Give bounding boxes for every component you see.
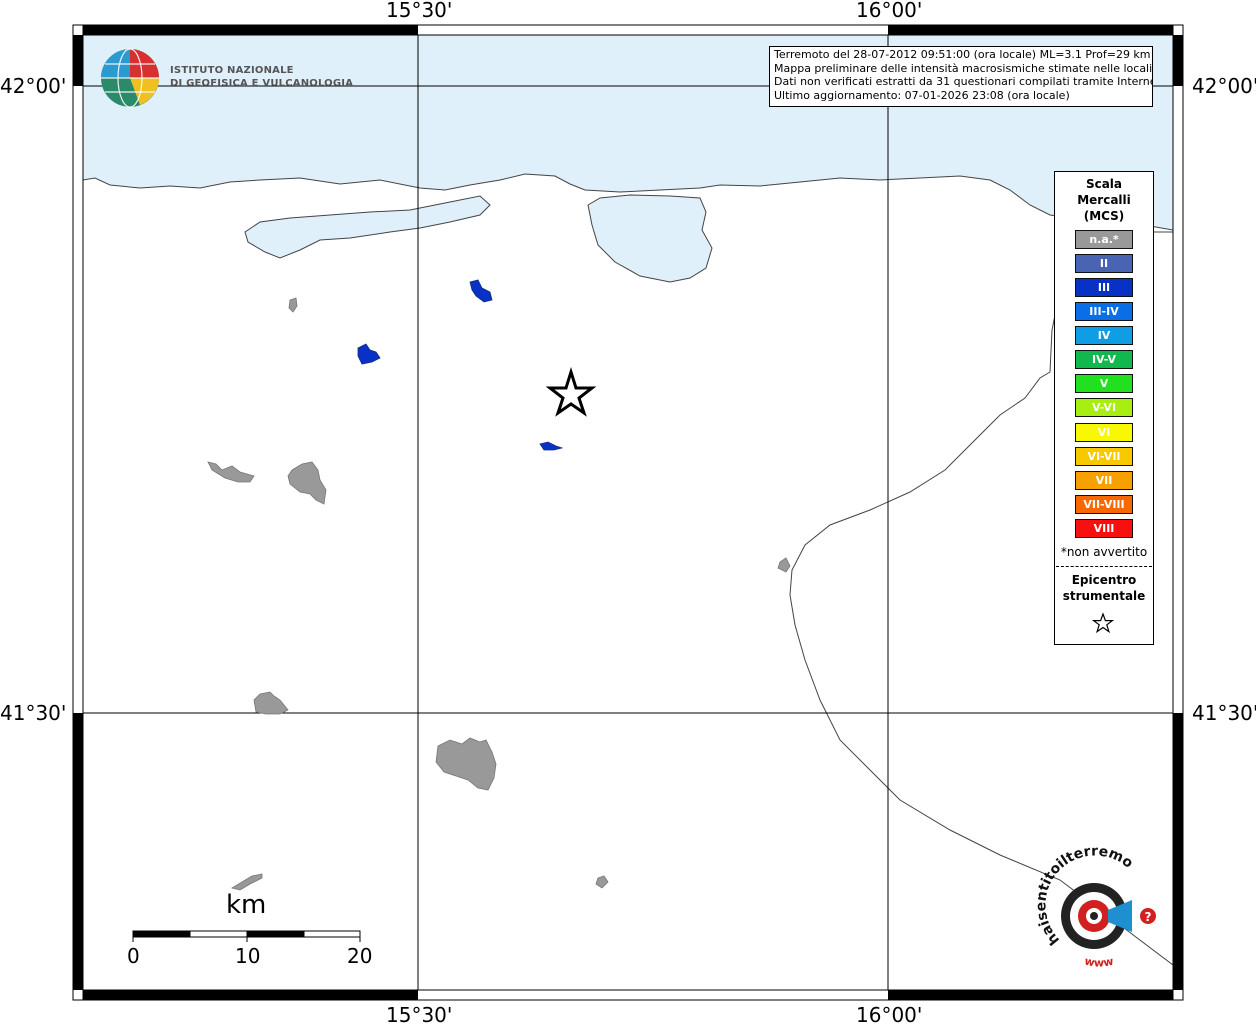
scale-tick-0: 0 bbox=[127, 944, 140, 968]
right-label-4130: 41°30' bbox=[1192, 701, 1256, 725]
legend-item: III-IV bbox=[1075, 302, 1133, 321]
ingv-logo-icon bbox=[101, 48, 159, 108]
legend-item: II bbox=[1075, 254, 1133, 273]
bottom-label-1600: 16°00' bbox=[856, 1003, 923, 1027]
legend-title-line1: Scala bbox=[1085, 177, 1123, 191]
top-label-1530: 15°30' bbox=[386, 0, 453, 22]
mcs-legend: Scala Mercalli (MCS) n.a.* II III III-IV… bbox=[1054, 171, 1154, 645]
info-line4: Ultimo aggiornamento: 07-01-2026 23:08 (… bbox=[774, 88, 1070, 102]
legend-title-line2: Mercalli bbox=[1077, 193, 1131, 207]
land-area bbox=[82, 173, 1174, 991]
info-line2: Mappa preliminare delle intensità macros… bbox=[774, 61, 1153, 75]
legend-item: VI bbox=[1075, 423, 1133, 442]
top-label-1600: 16°00' bbox=[856, 0, 923, 22]
legend-item: n.a.* bbox=[1075, 230, 1133, 249]
logo-line2: DI GEOFISICA E VULCANOLOGIA bbox=[170, 78, 354, 89]
legend-item: V bbox=[1075, 374, 1133, 393]
legend-item: IV-V bbox=[1075, 350, 1133, 369]
info-line1: Terremoto del 28-07-2012 09:51:00 (ora l… bbox=[774, 48, 1151, 61]
legend-title: Scala Mercalli (MCS) bbox=[1055, 176, 1153, 224]
info-line3: Dati non verificati estratti da 31 quest… bbox=[774, 75, 1153, 88]
event-info-box: Terremoto del 28-07-2012 09:51:00 (ora l… bbox=[769, 46, 1153, 107]
legend-item: V-VI bbox=[1075, 398, 1133, 417]
scale-tick-20: 20 bbox=[347, 944, 373, 968]
legend-epicenter-label: Epicentro strumentale bbox=[1055, 572, 1153, 604]
ingv-logo-text: ISTITUTO NAZIONALE DI GEOFISICA E VULCAN… bbox=[170, 64, 353, 90]
legend-star-icon bbox=[1092, 612, 1114, 634]
legend-item: VII-VIII bbox=[1075, 495, 1133, 514]
left-label-4130: 41°30' bbox=[0, 701, 67, 725]
svg-text:?: ? bbox=[1145, 910, 1152, 924]
logo-line1: ISTITUTO NAZIONALE bbox=[170, 65, 294, 76]
svg-text:www: www bbox=[1083, 954, 1114, 969]
right-label-4200: 42°00' bbox=[1192, 74, 1256, 98]
left-label-4200: 42°00' bbox=[0, 74, 67, 98]
legend-divider bbox=[1056, 566, 1152, 567]
bottom-label-1530: 15°30' bbox=[386, 1003, 453, 1027]
legend-epi-line2: strumentale bbox=[1062, 589, 1146, 603]
legend-item: VI-VII bbox=[1075, 447, 1133, 466]
badge-url: www bbox=[1083, 954, 1114, 969]
legend-item: VII bbox=[1075, 471, 1133, 490]
legend-note: *non avvertito bbox=[1060, 545, 1148, 559]
legend-title-line3: (MCS) bbox=[1083, 209, 1125, 223]
scale-tick-10: 10 bbox=[235, 944, 261, 968]
scale-unit-label: km bbox=[226, 890, 267, 920]
legend-item: VIII bbox=[1075, 519, 1133, 538]
legend-item: III bbox=[1075, 278, 1133, 297]
legend-epi-line1: Epicentro bbox=[1071, 573, 1137, 587]
legend-item: IV bbox=[1075, 326, 1133, 345]
